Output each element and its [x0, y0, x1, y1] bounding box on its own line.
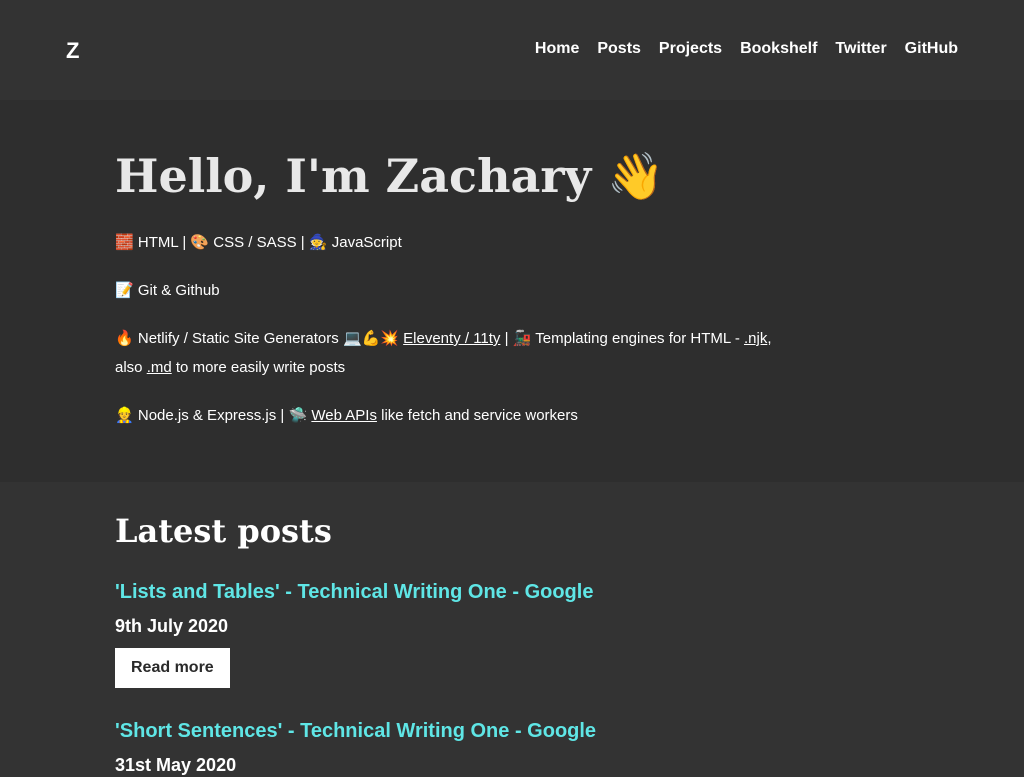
- construction-worker-icon: 👷: [115, 407, 134, 424]
- mage-icon: 🧙: [308, 234, 328, 251]
- skills-line-netlify: 🔥 Netlify / Static Site Generators 💻💪💥 E…: [115, 324, 795, 382]
- latest-posts-heading: Latest posts: [115, 512, 332, 550]
- md-link[interactable]: .md: [147, 359, 172, 376]
- nav-bookshelf[interactable]: Bookshelf: [740, 40, 817, 58]
- post-title-link[interactable]: 'Lists and Tables' - Technical Writing O…: [115, 581, 593, 603]
- main-nav: Home Posts Projects Bookshelf Twitter Gi…: [535, 40, 958, 58]
- nav-twitter[interactable]: Twitter: [835, 40, 886, 58]
- skill-git: Git & Github: [137, 282, 220, 299]
- skill-also: also: [115, 359, 143, 376]
- brand-logo-link[interactable]: Z: [66, 38, 79, 64]
- greeting-text: Hello, I'm Zachary: [115, 149, 592, 203]
- nav-projects[interactable]: Projects: [659, 40, 722, 58]
- skill-md-text: to more easily write posts: [175, 359, 346, 376]
- skill-web-apis-text: like fetch and service workers: [381, 407, 578, 424]
- njk-link[interactable]: .njk: [744, 330, 767, 347]
- latest-posts-content: Latest posts 'Lists and Tables' - Techni…: [115, 510, 915, 775]
- fire-icon: 🔥: [115, 330, 134, 347]
- latest-posts-section: Latest posts 'Lists and Tables' - Techni…: [0, 482, 1024, 775]
- skill-templating: Templating engines for HTML -: [535, 330, 740, 347]
- site-header: Z Home Posts Projects Bookshelf Twitter …: [0, 0, 1024, 100]
- page-title: Hello, I'm Zachary 👋: [115, 148, 795, 204]
- skills-line-web: 🧱 HTML | 🎨 CSS / SASS | 🧙 JavaScript: [115, 228, 402, 257]
- separator: |: [300, 234, 305, 251]
- intro-section: Hello, I'm Zachary 👋 🧱 HTML | 🎨 CSS / SA…: [0, 100, 1024, 482]
- skill-node: Node.js & Express.js: [137, 407, 277, 424]
- nav-github[interactable]: GitHub: [905, 40, 958, 58]
- separator: |: [504, 330, 509, 347]
- intro-content: Hello, I'm Zachary 👋 🧱 HTML | 🎨 CSS / SA…: [115, 148, 795, 424]
- post-date: 9th July 2020: [115, 616, 229, 636]
- skill-css: CSS / SASS: [213, 234, 297, 251]
- web-apis-link[interactable]: Web APIs: [311, 407, 377, 424]
- skill-html: HTML: [137, 234, 179, 251]
- post-title-link[interactable]: 'Short Sentences' - Technical Writing On…: [115, 720, 596, 742]
- memo-icon: 📝: [115, 282, 134, 299]
- flying-saucer-icon: 🛸: [288, 407, 308, 424]
- waving-hand-icon: 👋: [607, 149, 665, 203]
- separator: |: [182, 234, 187, 251]
- nav-posts[interactable]: Posts: [597, 40, 641, 58]
- post-item: 'Lists and Tables' - Technical Writing O…: [115, 578, 593, 688]
- skill-javascript: JavaScript: [331, 234, 402, 251]
- separator: |: [280, 407, 285, 424]
- skill-netlify: Netlify / Static Site Generators: [137, 330, 339, 347]
- palette-icon: 🎨: [190, 234, 210, 251]
- read-more-button[interactable]: Read more: [115, 648, 230, 688]
- comma: ,: [767, 330, 772, 347]
- bricks-icon: 🧱: [115, 234, 134, 251]
- post-date: 31st May 2020: [115, 755, 237, 775]
- eleventy-link[interactable]: Eleventy / 11ty: [403, 330, 500, 347]
- locomotive-icon: 🚂: [512, 330, 532, 347]
- post-item: 'Short Sentences' - Technical Writing On…: [115, 717, 596, 777]
- skills-line-git: 📝 Git & Github: [115, 276, 220, 305]
- laptop-flex-boom-icons: 💻💪💥: [342, 330, 399, 347]
- nav-home[interactable]: Home: [535, 40, 579, 58]
- skills-line-node: 👷 Node.js & Express.js | 🛸 Web APIs like…: [115, 401, 578, 430]
